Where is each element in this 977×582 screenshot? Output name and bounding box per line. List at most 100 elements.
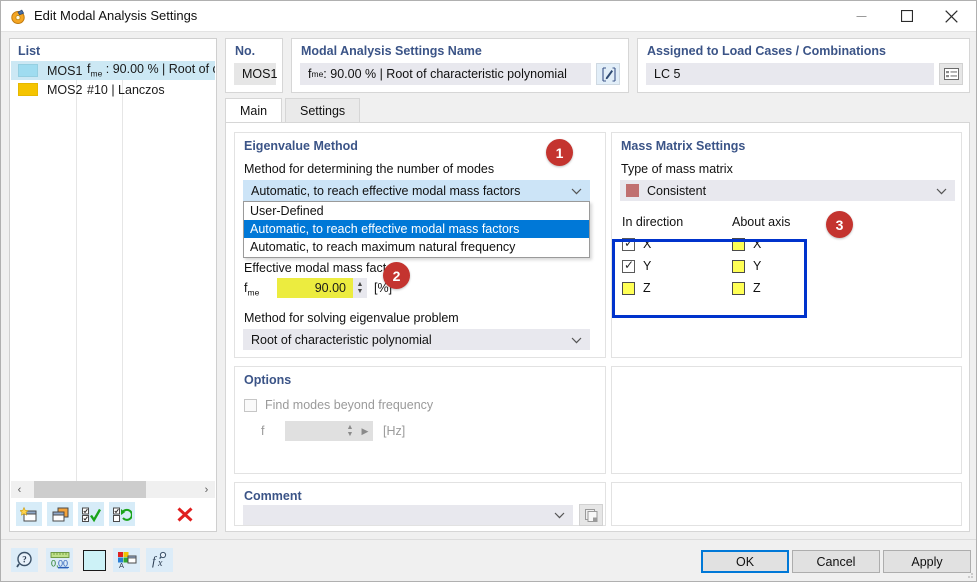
new-item-button[interactable] xyxy=(16,502,42,526)
find-modes-label: Find modes beyond frequency xyxy=(265,398,433,412)
dropdown-option[interactable]: Automatic, to reach maximum natural freq… xyxy=(244,238,589,256)
direction-z-label: Z xyxy=(643,281,651,295)
scroll-left-arrow-icon[interactable]: ‹ xyxy=(11,481,28,498)
spin-up-icon[interactable]: ▲ xyxy=(357,281,364,288)
scrollbar-track[interactable] xyxy=(28,481,198,498)
chevron-down-icon xyxy=(571,184,582,198)
list-panel-title: List xyxy=(18,44,40,58)
invert-selection-button[interactable] xyxy=(109,502,135,526)
close-button[interactable] xyxy=(929,1,974,31)
fme-value-input[interactable]: 90.00 xyxy=(277,278,353,298)
frequency-expand-icon[interactable]: ▶ xyxy=(357,421,373,441)
assigned-load-cases-card: Assigned to Load Cases / Combinations LC… xyxy=(637,38,970,93)
list-rows: MOS1 fme : 90.00 % | Root of char MOS2 #… xyxy=(11,61,215,501)
app-icon xyxy=(10,8,27,25)
in-direction-column-label: In direction xyxy=(622,215,683,229)
right-comment-empty-group xyxy=(611,482,962,526)
spin-down-icon[interactable]: ▼ xyxy=(347,431,354,438)
list-item-id: MOS1 xyxy=(47,64,87,78)
comment-combobox[interactable] xyxy=(243,505,573,525)
ok-button[interactable]: OK xyxy=(701,550,789,573)
assigned-value-field[interactable]: LC 5 xyxy=(646,63,934,85)
dialog-content: List MOS1 fme : 90.00 % | Root of char M… xyxy=(1,32,977,539)
tab-strip: Main Settings xyxy=(225,98,970,123)
list-item[interactable]: MOS1 fme : 90.00 % | Root of char xyxy=(11,61,215,80)
fme-spinner[interactable]: 90.00 ▲ ▼ xyxy=(277,278,367,298)
method-for-modes-label: Method for determining the number of mod… xyxy=(244,162,494,176)
spin-up-icon[interactable]: ▲ xyxy=(347,424,354,431)
edit-pencil-icon[interactable] xyxy=(596,63,620,85)
scroll-right-arrow-icon[interactable]: › xyxy=(198,481,215,498)
scrollbar-thumb[interactable] xyxy=(34,481,146,498)
frequency-spin-buttons[interactable]: ▲ ▼ xyxy=(343,421,357,441)
fme-spin-buttons[interactable]: ▲ ▼ xyxy=(353,278,367,298)
direction-y-checkbox[interactable]: ✓ xyxy=(622,260,635,273)
main-tab-panel: Eigenvalue Method Method for determining… xyxy=(225,122,970,532)
bottom-bar: ? 0, 00 xyxy=(1,539,977,582)
fme-symbol-label: fme xyxy=(244,281,259,298)
frequency-value-input[interactable] xyxy=(285,421,343,441)
list-item-id: MOS2 xyxy=(47,83,87,97)
axis-z-checkbox[interactable] xyxy=(732,282,745,295)
list-item-description: #10 | Lanczos xyxy=(87,83,165,97)
axis-x-checkbox[interactable] xyxy=(732,238,745,251)
direction-x-checkbox[interactable]: ✓ xyxy=(622,238,635,251)
annotation-badge-2: 2 xyxy=(383,262,410,289)
list-horizontal-scrollbar[interactable]: ‹ › xyxy=(11,481,215,498)
no-label: No. xyxy=(235,44,255,58)
list-toolbar xyxy=(11,498,215,530)
type-of-mass-matrix-combobox[interactable]: Consistent xyxy=(620,180,955,201)
cancel-button[interactable]: Cancel xyxy=(792,550,880,573)
tab-settings[interactable]: Settings xyxy=(285,98,360,123)
tab-main[interactable]: Main xyxy=(225,98,282,123)
comment-group: Comment xyxy=(234,482,606,526)
eigenvalue-method-group: Eigenvalue Method Method for determining… xyxy=(234,132,606,358)
name-card: Modal Analysis Settings Name fme : 90.00… xyxy=(291,38,629,93)
resize-grip-icon[interactable] xyxy=(964,569,974,579)
method-for-modes-combobox[interactable]: Automatic, to reach effective modal mass… xyxy=(243,180,590,201)
formula-button[interactable]: f x xyxy=(146,548,173,572)
select-all-button[interactable] xyxy=(78,502,104,526)
maximize-button[interactable] xyxy=(884,1,929,31)
units-button[interactable]: 0, 00 xyxy=(46,548,73,572)
axis-z-label: Z xyxy=(753,281,761,295)
mass-matrix-title: Mass Matrix Settings xyxy=(621,139,745,153)
copy-item-button[interactable] xyxy=(47,502,73,526)
direction-z-checkbox[interactable] xyxy=(622,282,635,295)
options-title: Options xyxy=(244,373,291,387)
svg-text:x: x xyxy=(157,558,163,569)
axis-y-checkbox[interactable] xyxy=(732,260,745,273)
color-swatch-button[interactable] xyxy=(81,548,108,572)
delete-item-button[interactable] xyxy=(172,502,198,526)
method-for-solving-label: Method for solving eigenvalue problem xyxy=(244,311,459,325)
dropdown-option[interactable]: User-Defined xyxy=(244,202,589,220)
name-value-field[interactable]: fme : 90.00 % | Root of characteristic p… xyxy=(300,63,591,85)
window-title: Edit Modal Analysis Settings xyxy=(34,8,197,23)
list-item-color-swatch xyxy=(18,83,38,96)
no-value-field[interactable]: MOS1 xyxy=(234,63,276,85)
list-item[interactable]: MOS2 #10 | Lanczos xyxy=(11,80,215,99)
title-bar: Edit Modal Analysis Settings xyxy=(1,1,976,32)
no-card: No. MOS1 xyxy=(225,38,283,93)
frequency-spinner[interactable]: ▲ ▼ ▶ xyxy=(285,421,373,441)
annotation-badge-3: 3 xyxy=(826,211,853,238)
render-settings-button[interactable]: A xyxy=(113,548,140,572)
method-for-solving-combobox[interactable]: Root of characteristic polynomial xyxy=(243,329,590,350)
about-axis-column-label: About axis xyxy=(732,215,790,229)
comment-title: Comment xyxy=(244,489,302,503)
copy-comment-icon[interactable] xyxy=(579,504,603,526)
minimize-button[interactable] xyxy=(839,1,884,31)
help-button[interactable]: ? xyxy=(11,548,38,572)
name-label: Modal Analysis Settings Name xyxy=(301,44,482,58)
spin-down-icon[interactable]: ▼ xyxy=(357,288,364,295)
method-for-solving-value: Root of characteristic polynomial xyxy=(251,333,432,347)
method-for-modes-dropdown-list[interactable]: User-Defined Automatic, to reach effecti… xyxy=(243,201,590,258)
method-for-modes-value: Automatic, to reach effective modal mass… xyxy=(251,184,520,198)
mass-matrix-settings-group: Mass Matrix Settings Type of mass matrix… xyxy=(611,132,962,358)
type-of-mass-matrix-label: Type of mass matrix xyxy=(621,162,733,176)
dropdown-option[interactable]: Automatic, to reach effective modal mass… xyxy=(244,220,589,238)
find-modes-checkbox[interactable] xyxy=(244,399,257,412)
list-item-color-swatch xyxy=(18,64,38,77)
list-select-icon[interactable] xyxy=(939,63,963,85)
apply-button[interactable]: Apply xyxy=(883,550,971,573)
